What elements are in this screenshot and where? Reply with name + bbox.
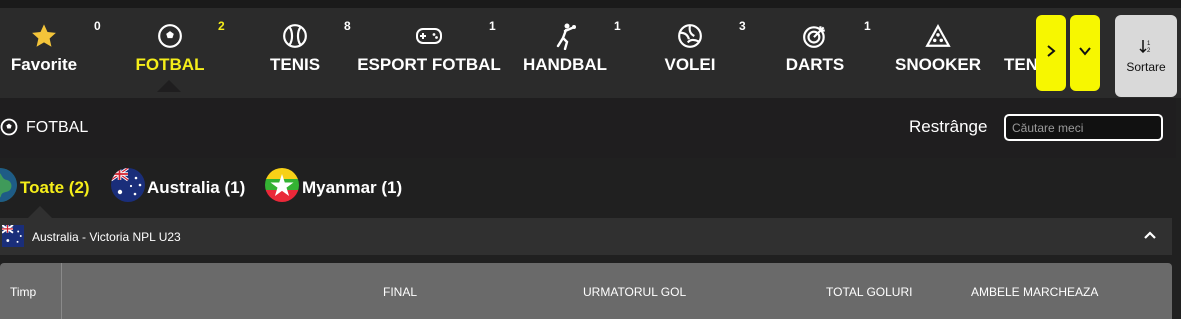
top-strip [0, 0, 1181, 8]
sport-label: ESPORT FOTBAL [357, 55, 501, 74]
sport-label: TENIS [269, 55, 321, 74]
sport-label: VOLEI [664, 55, 716, 74]
collapse-all-link[interactable]: Restrânge [909, 117, 987, 137]
column-header-total-goals: TOTAL GOLURI [826, 285, 913, 299]
svg-text:1: 1 [1147, 41, 1151, 47]
sport-count: 3 [739, 19, 746, 33]
sport-item-volei[interactable]: 3 VOLEI [640, 8, 745, 98]
svg-text:2: 2 [1147, 48, 1151, 53]
soccer-ball-icon [156, 22, 184, 50]
active-tab-pointer [157, 80, 181, 92]
star-icon [30, 22, 58, 50]
section-header: FOTBAL Restrânge [0, 98, 1176, 158]
chevron-right-icon [1045, 44, 1057, 63]
snooker-triangle-icon [924, 22, 952, 50]
column-divider [61, 263, 62, 319]
match-search-input[interactable] [1004, 114, 1163, 141]
sport-label: SNOOKER [895, 55, 981, 74]
sport-item-tenis[interactable]: 8 TENIS [245, 8, 351, 98]
sport-label: DARTS [785, 55, 845, 74]
handball-player-icon [551, 22, 579, 50]
sport-item-esport-fotbal[interactable]: 1 ESPORT FOTBAL [355, 8, 503, 98]
active-country-pointer [28, 206, 52, 218]
volleyball-icon [676, 22, 704, 50]
column-header-next-goal: URMATORUL GOL [583, 285, 687, 299]
sort-icon: 12 [1139, 39, 1153, 58]
tennis-ball-icon [281, 22, 309, 50]
column-header-both-score: AMBELE MARCHEAZA [971, 285, 1099, 299]
section-title: FOTBAL [26, 119, 89, 136]
soccer-ball-icon [0, 118, 18, 141]
sport-item-snooker[interactable]: SNOOKER [888, 8, 988, 98]
scroll-next-button[interactable] [1036, 15, 1066, 91]
australia-flag-icon [111, 168, 145, 202]
chevron-up-icon[interactable] [1143, 228, 1157, 246]
sport-label: FOTBAL [135, 55, 205, 74]
australia-flag-icon [1, 224, 24, 247]
sport-item-darts[interactable]: 1 DARTS [765, 8, 871, 98]
myanmar-flag-icon [265, 168, 299, 202]
expand-sports-button[interactable] [1070, 15, 1100, 91]
country-filter-all[interactable]: Toate (2) [20, 178, 90, 198]
sort-label: Sortare [1126, 59, 1166, 74]
sport-label: HANDBAL [522, 55, 608, 74]
league-name: Australia - Victoria NPL U23 [32, 230, 181, 244]
country-filter-bar: Toate (2) Australia (1) Myanmar (1) [0, 163, 1176, 211]
sport-count: 1 [614, 19, 621, 33]
dartboard-icon [801, 22, 829, 50]
country-filter-myanmar[interactable]: Myanmar (1) [302, 178, 402, 198]
league-header[interactable]: Australia - Victoria NPL U23 [0, 218, 1172, 255]
sort-button[interactable]: 12 Sortare [1115, 15, 1177, 97]
column-header-final: FINAL [383, 285, 418, 299]
sport-item-handbal[interactable]: 1 HANDBAL [515, 8, 621, 98]
country-filter-australia[interactable]: Australia (1) [147, 178, 245, 198]
sport-count: 0 [94, 19, 101, 33]
sport-count: 8 [344, 19, 351, 33]
sport-count: 2 [218, 19, 225, 33]
globe-icon [0, 168, 17, 202]
gamepad-icon [415, 22, 443, 50]
sport-label: Favorite [10, 55, 78, 74]
sport-item-favorite[interactable]: 0 Favorite [0, 8, 101, 98]
sport-count: 1 [864, 19, 871, 33]
column-header-time: Timp [10, 285, 37, 299]
sport-count: 1 [489, 19, 496, 33]
chevron-down-icon [1078, 44, 1092, 62]
market-table-header: Timp FINAL URMATORUL GOL TOTAL GOLURI AM… [0, 263, 1172, 319]
